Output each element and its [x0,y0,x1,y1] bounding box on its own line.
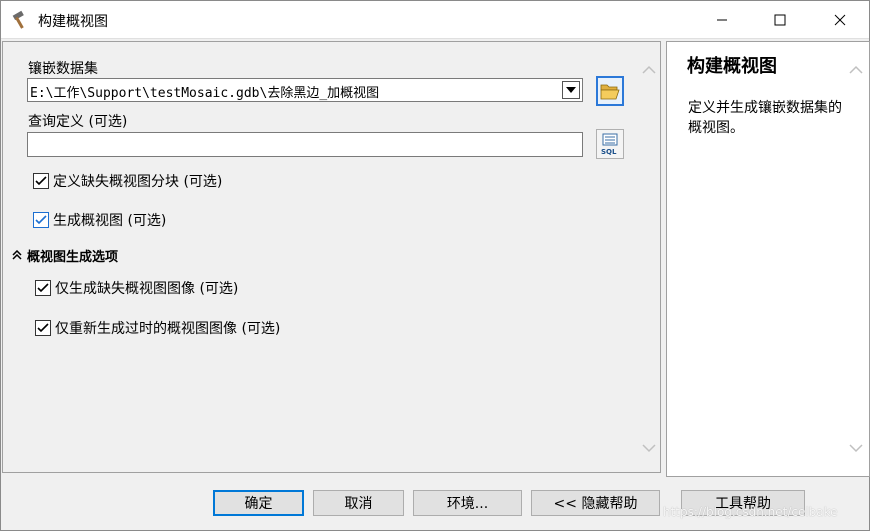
maximize-icon [774,14,786,26]
mosaic-dataset-combo[interactable]: E:\工作\Support\testMosaic.gdb\去除黑边_加概视图 [27,78,583,102]
define-missing-tiles-row[interactable]: 定义缺失概视图分块 (可选) [33,171,222,191]
scroll-down-icon[interactable] [641,440,657,456]
help-title: 构建概视图 [687,56,777,77]
overview-options-section-label: 概视图生成选项 [27,250,119,265]
generate-overviews-label: 生成概视图 (可选) [53,213,167,229]
environments-button[interactable]: 环境... [413,490,522,516]
help-description: 定义并生成镶嵌数据集的概视图。 [688,100,842,136]
hide-help-button[interactable]: << 隐藏帮助 [531,490,660,516]
checkmark-icon [35,176,47,186]
hammer-icon [11,10,31,30]
minimize-button[interactable] [693,1,751,39]
mosaic-dataset-value: E:\工作\Support\testMosaic.gdb\去除黑边_加概视图 [30,86,380,101]
close-icon [834,14,846,26]
collapse-chevron-icon[interactable] [12,248,22,264]
query-definition-label: 查询定义 (可选) [28,114,128,130]
define-missing-tiles-label: 定义缺失概视图分块 (可选) [53,174,223,190]
mosaic-dataset-label: 镶嵌数据集 [28,61,98,77]
svg-text:SQL: SQL [601,148,617,155]
sql-builder-button[interactable]: SQL [596,129,624,159]
generate-missing-images-checkbox[interactable] [35,280,51,296]
close-button[interactable] [811,1,869,39]
checkmark-icon [37,283,49,293]
regenerate-stale-images-row[interactable]: 仅重新生成过时的概视图图像 (可选) [35,318,280,338]
browse-folder-button[interactable] [596,76,624,106]
generate-missing-images-label: 仅生成缺失概视图图像 (可选) [55,281,239,297]
watermark-text: https://blog.csdn.net/celbake [663,505,838,519]
dialog-window: 构建概视图 镶嵌数据集 E:\工作\Support\testMosaic.gdb… [0,0,870,531]
minimize-icon [717,19,727,21]
ok-button[interactable]: 确定 [213,490,304,516]
define-missing-tiles-checkbox[interactable] [33,173,49,189]
generate-overviews-checkbox[interactable] [33,212,49,228]
sql-icon: SQL [601,133,618,155]
checkmark-icon [35,215,47,225]
help-pane[interactable]: 构建概视图 定义并生成镶嵌数据集的概视图。 [666,41,870,477]
generate-missing-images-row[interactable]: 仅生成缺失概视图图像 (可选) [35,278,238,298]
generate-overviews-row[interactable]: 生成概视图 (可选) [33,210,166,230]
chevron-down-icon[interactable] [562,81,580,99]
help-scroll-down-icon[interactable] [848,440,864,456]
regenerate-stale-images-checkbox[interactable] [35,320,51,336]
scroll-up-icon[interactable] [641,62,657,78]
checkmark-icon [37,323,49,333]
title-bar[interactable]: 构建概视图 [1,1,869,39]
overview-options-section-header[interactable]: 概视图生成选项 [12,246,118,265]
cancel-button[interactable]: 取消 [313,490,404,516]
help-scroll-up-icon[interactable] [848,62,864,78]
window-title: 构建概视图 [38,14,108,30]
maximize-button[interactable] [751,1,809,39]
query-definition-input[interactable] [27,132,583,157]
regenerate-stale-images-label: 仅重新生成过时的概视图图像 (可选) [55,321,281,337]
folder-open-icon [600,84,620,100]
